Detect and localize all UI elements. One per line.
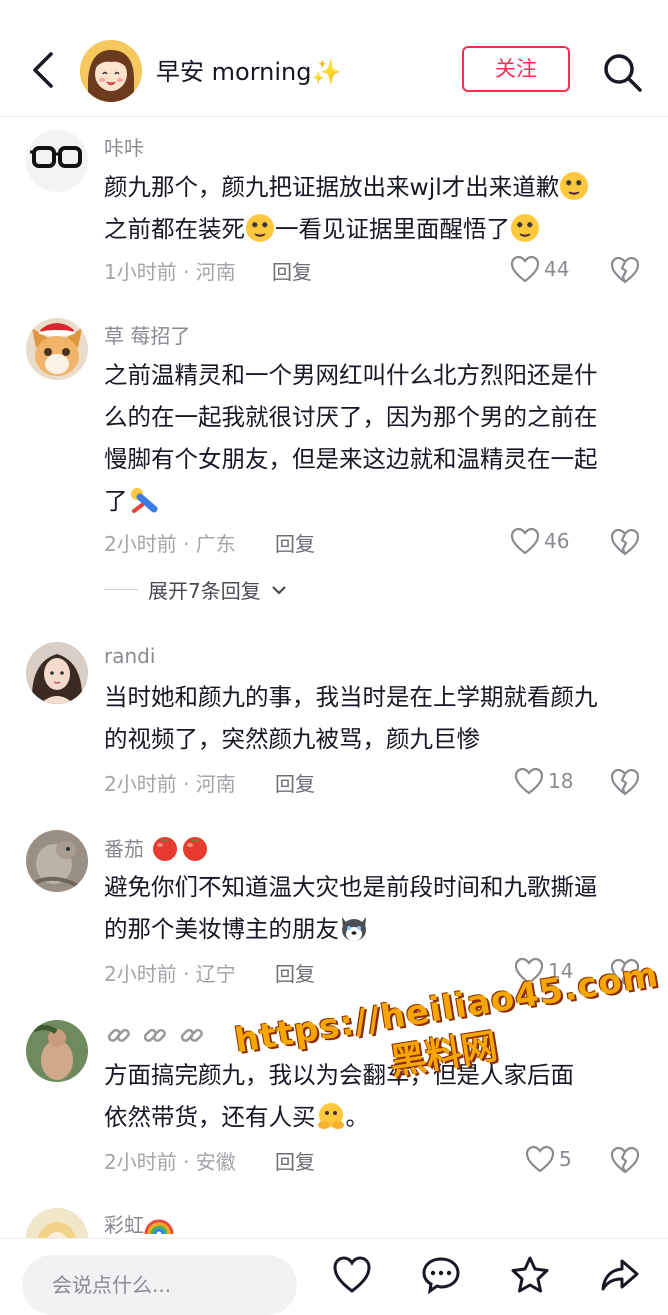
like-count: 44	[544, 257, 570, 281]
heart-icon	[514, 957, 544, 985]
heart-icon	[525, 1145, 555, 1173]
broken-heart-icon[interactable]	[610, 527, 640, 557]
comment-text: 方面搞完颜九，我以为会翻车，但是人家后面 依然带货，还有人买。	[104, 1061, 574, 1131]
like-button[interactable]: 14	[514, 956, 573, 986]
comment-text: 当时她和颜九的事，我当时是在上学期就看颜九 的视频了，突然颜九被骂，颜九巨惨	[104, 683, 598, 753]
comment-bubble-icon[interactable]	[421, 1255, 461, 1295]
like-button[interactable]: 46	[510, 526, 569, 556]
svg-text:✸: ✸	[565, 179, 573, 189]
comment-meta: 2小时前 · 河南	[104, 772, 236, 796]
husky-dog-emoji-icon	[342, 917, 366, 941]
like-button[interactable]: 5	[525, 1144, 572, 1174]
bottom-action-bar: 会说点什么...	[0, 1238, 668, 1315]
heart-icon	[514, 767, 544, 795]
dizzy-face-emoji-icon: ✸ ✸	[246, 214, 274, 242]
commenter-avatar[interactable]	[26, 642, 88, 704]
commenter-avatar[interactable]	[26, 318, 88, 380]
commenter-avatar[interactable]	[26, 130, 88, 192]
comment-meta: 2小时前 · 安徽	[104, 1150, 236, 1174]
svg-text:✸: ✸	[251, 221, 259, 231]
heart-icon	[510, 255, 540, 283]
search-icon[interactable]	[600, 50, 644, 94]
link-emoji-icon	[180, 1028, 203, 1042]
follow-button[interactable]: 关注	[462, 46, 570, 92]
like-count: 5	[559, 1147, 572, 1171]
comment-meta: 1小时前 · 河南	[104, 260, 236, 284]
falling-person-emoji-icon	[130, 488, 157, 513]
like-count: 18	[548, 769, 574, 793]
broken-heart-icon[interactable]	[610, 957, 640, 987]
author-avatar[interactable]	[80, 40, 142, 102]
dizzy-face-emoji-icon: ✸ ✸	[560, 172, 589, 200]
rainbow-emoji-icon	[144, 1219, 174, 1235]
heart-icon[interactable]	[332, 1255, 372, 1295]
broken-heart-icon[interactable]	[610, 1145, 640, 1175]
commenter-name[interactable]: randi	[104, 644, 155, 668]
divider	[104, 589, 138, 590]
tomato-emoji-icon	[183, 837, 208, 861]
comment-text: 避免你们不知道温大灾也是前段时间和九歌撕逼 的那个美妆博主的朋友	[104, 873, 598, 943]
broken-heart-icon[interactable]	[610, 255, 640, 285]
commenter-name[interactable]: 咔咔	[104, 132, 144, 161]
svg-text:✸: ✸	[516, 221, 524, 231]
svg-text:✸: ✸	[261, 221, 269, 231]
heart-icon	[510, 527, 540, 555]
reply-button[interactable]: 回复	[275, 528, 315, 557]
share-arrow-icon[interactable]	[600, 1255, 640, 1295]
author-name[interactable]: 早安 morning✨	[156, 52, 341, 87]
peeking-face-emoji-icon	[317, 1103, 344, 1129]
expand-replies-button[interactable]: 展开7条回复	[104, 575, 287, 604]
svg-text:✸: ✸	[575, 179, 583, 189]
like-button[interactable]: 44	[510, 254, 569, 284]
reply-button[interactable]: 回复	[275, 958, 315, 987]
like-button[interactable]: 18	[514, 766, 573, 796]
back-arrow-icon[interactable]	[24, 48, 64, 92]
link-emoji-icon	[107, 1028, 130, 1042]
commenter-name[interactable]: 彩虹	[104, 1208, 174, 1238]
broken-heart-icon[interactable]	[610, 767, 640, 797]
like-count: 46	[544, 529, 570, 553]
comment-text: 之前温精灵和一个男网红叫什么北方烈阳还是什 么的在一起我就很讨厌了，因为那个男的…	[104, 361, 598, 515]
comment-text: 颜九那个，颜九把证据放出来wjl才出来道歉 ✸ ✸ 之前都在装死 ✸ ✸ 一看见证据里面醒…	[104, 166, 638, 250]
commenter-avatar[interactable]	[26, 830, 88, 892]
dizzy-face-emoji-icon: ✸ ✸	[511, 214, 539, 242]
commenter-name[interactable]: 番茄	[104, 832, 210, 862]
commenter-avatar[interactable]	[26, 1020, 88, 1082]
reply-button[interactable]: 回复	[275, 768, 315, 797]
link-emoji-icon	[144, 1028, 167, 1042]
commenter-name[interactable]: 草 莓招了	[104, 320, 190, 349]
star-icon[interactable]	[510, 1255, 550, 1295]
tomato-emoji-icon	[153, 837, 178, 861]
reply-button[interactable]: 回复	[272, 256, 312, 285]
top-bar: 早安 morning✨ 关注	[0, 0, 668, 117]
like-count: 14	[548, 959, 574, 983]
comment-meta: 2小时前 · 广东	[104, 532, 236, 556]
comment-input-placeholder: 会说点什么...	[52, 1273, 172, 1297]
comment-meta: 2小时前 · 辽宁	[104, 962, 236, 986]
svg-text:✸: ✸	[526, 221, 534, 231]
chevron-down-icon	[271, 585, 286, 595]
commenter-name[interactable]	[104, 1020, 207, 1050]
reply-button[interactable]: 回复	[275, 1146, 315, 1175]
comment-input[interactable]: 会说点什么...	[22, 1255, 297, 1315]
